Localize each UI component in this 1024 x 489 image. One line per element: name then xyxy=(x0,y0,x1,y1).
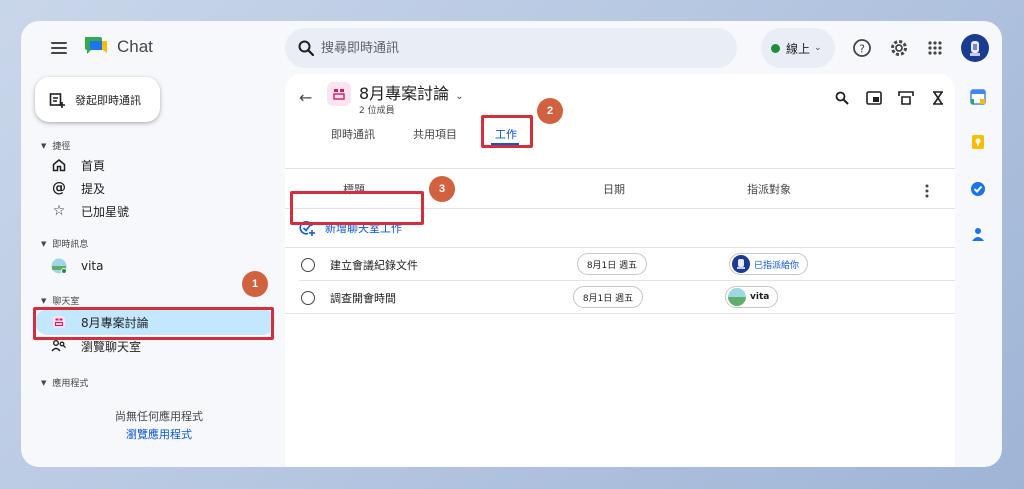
task-row[interactable]: 建立會議紀錄文件 8月1日 週五 已指派給你 xyxy=(285,249,955,281)
chevron-down-icon: ⌄ xyxy=(455,91,464,102)
task-complete-checkbox[interactable] xyxy=(301,291,315,305)
back-arrow-icon[interactable]: ← xyxy=(299,88,312,107)
account-avatar[interactable] xyxy=(961,34,989,62)
app-title: Chat xyxy=(117,37,153,56)
section-label: 應用程式 xyxy=(52,379,89,389)
column-header-assignee: 指派對象 xyxy=(747,183,791,196)
new-chat-button[interactable]: 發起即時通訊 xyxy=(35,77,160,122)
sidebar-item-label: 首頁 xyxy=(81,158,106,173)
online-status-dot xyxy=(771,43,780,53)
sidebar-item-vita[interactable]: vita xyxy=(35,253,275,279)
search-input[interactable] xyxy=(321,28,721,68)
task-assignee-chip[interactable]: vita xyxy=(725,286,779,308)
section-label: 即時訊息 xyxy=(52,240,89,250)
chat-window: Chat 線上 ⌄ ? 發起即時通訊 ▼ 捷徑 首頁 xyxy=(21,21,1002,467)
space-title-text: 8月專案討論 xyxy=(359,84,450,103)
space-panel: ← 8月專案討論⌄ 2 位成員 即時通訊 共用項目 工作 標題 日期 指派對象 xyxy=(285,74,955,467)
assignee-avatar xyxy=(728,288,746,306)
keep-icon[interactable] xyxy=(970,134,986,150)
column-header-date: 日期 xyxy=(603,183,625,196)
section-label: 捷徑 xyxy=(52,142,71,152)
task-row[interactable]: 調查開會時間 8月1日 週五 vita xyxy=(285,282,955,314)
apps-grid-icon[interactable] xyxy=(924,37,946,59)
sidebar-item-starred[interactable]: ☆ 已加星號 xyxy=(35,198,275,224)
more-options-icon[interactable] xyxy=(925,184,929,198)
assignee-avatar xyxy=(732,255,750,273)
search-bar[interactable] xyxy=(285,28,737,68)
task-date-chip[interactable]: 8月1日 週五 xyxy=(573,286,643,308)
contacts-icon[interactable] xyxy=(970,226,986,242)
tab-chat[interactable]: 即時通訊 xyxy=(331,126,375,142)
open-in-popup-icon[interactable] xyxy=(897,89,915,107)
at-icon: @ xyxy=(52,180,66,196)
caret-down-icon: ▼ xyxy=(41,378,47,387)
space-title[interactable]: 8月專案討論 ⌄ xyxy=(359,80,464,104)
step-badge-2: 2 xyxy=(537,98,563,124)
tasks-icon[interactable] xyxy=(970,181,986,197)
assignee-label: 已指派給你 xyxy=(754,260,800,271)
no-apps-text: 尚無任何應用程式 xyxy=(115,410,203,423)
section-label: 聊天室 xyxy=(52,297,80,307)
step-badge-1: 1 xyxy=(242,271,268,297)
pin-hourglass-icon[interactable] xyxy=(929,89,947,107)
status-dropdown[interactable]: 線上 ⌄ xyxy=(761,28,835,68)
divider xyxy=(285,247,955,248)
new-chat-icon xyxy=(49,92,65,108)
caret-down-icon: ▼ xyxy=(41,141,47,150)
status-label: 線上 xyxy=(786,41,811,56)
section-apps[interactable]: ▼ 應用程式 xyxy=(41,376,89,390)
chevron-down-icon: ⌄ xyxy=(814,43,822,53)
picture-in-picture-icon[interactable] xyxy=(865,89,883,107)
caret-down-icon: ▼ xyxy=(41,296,47,305)
member-count: 2 位成員 xyxy=(359,106,395,116)
task-title: 建立會議紀錄文件 xyxy=(330,259,418,272)
chat-logo-icon xyxy=(85,37,107,54)
sidebar-item-label: 已加星號 xyxy=(81,204,130,219)
step-badge-3: 3 xyxy=(429,176,455,202)
highlight-box-space xyxy=(33,307,274,340)
sidebar-item-label: vita xyxy=(81,259,104,273)
search-icon xyxy=(298,40,315,57)
calendar-icon[interactable] xyxy=(970,89,986,105)
divider xyxy=(299,280,955,281)
task-title: 調查開會時間 xyxy=(330,292,396,305)
highlight-box-add-task xyxy=(290,191,424,225)
star-icon: ☆ xyxy=(52,203,66,219)
assignee-label: vita xyxy=(750,292,770,302)
highlight-box-tasks-tab xyxy=(481,115,533,148)
task-complete-checkbox[interactable] xyxy=(301,258,315,272)
section-shortcuts[interactable]: ▼ 捷徑 xyxy=(41,139,71,153)
svg-text:?: ? xyxy=(859,43,865,56)
user-avatar xyxy=(51,258,67,274)
settings-gear-icon[interactable] xyxy=(888,37,910,59)
home-icon xyxy=(51,157,67,173)
task-date-chip[interactable]: 8月1日 週五 xyxy=(577,253,647,275)
main-menu-button[interactable] xyxy=(49,38,69,58)
divider xyxy=(285,168,955,169)
browse-apps-link[interactable]: 瀏覽應用程式 xyxy=(35,426,283,442)
tab-shared-files[interactable]: 共用項目 xyxy=(413,126,457,142)
caret-down-icon: ▼ xyxy=(41,239,47,248)
divider xyxy=(285,313,955,314)
sidebar-item-label: 提及 xyxy=(81,181,106,196)
browse-spaces-icon xyxy=(51,338,67,354)
section-spaces[interactable]: ▼ 聊天室 xyxy=(41,294,80,308)
space-avatar-icon xyxy=(327,82,351,106)
section-direct-messages[interactable]: ▼ 即時訊息 xyxy=(41,237,89,251)
task-assignee-chip[interactable]: 已指派給你 xyxy=(729,253,809,275)
search-in-space-icon[interactable] xyxy=(833,89,851,107)
help-icon[interactable]: ? xyxy=(851,37,873,59)
new-chat-label: 發起即時通訊 xyxy=(75,93,141,107)
sidebar-item-label: 瀏覽聊天室 xyxy=(81,339,142,354)
